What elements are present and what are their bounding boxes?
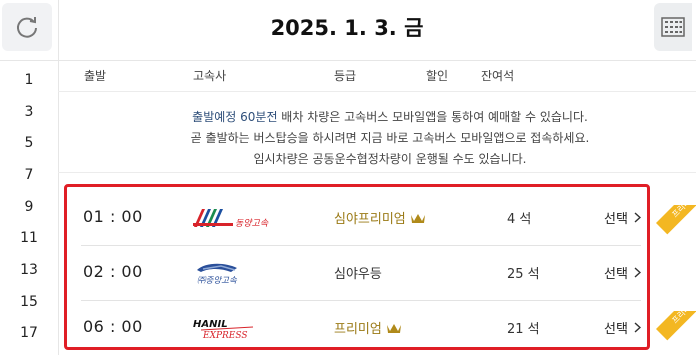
highlight-box: [64, 184, 650, 350]
line-number: 3: [24, 104, 34, 120]
calendar-grid-icon: [661, 17, 685, 37]
notice-line-2: 곧 출발하는 버스탑승을 하시려면 지금 바로 고속버스 모바일앱으로 접속하세…: [190, 131, 590, 145]
line-number: 5: [24, 135, 34, 151]
refresh-icon: [17, 17, 37, 38]
line-number: 9: [24, 199, 34, 215]
notice-line-3: 임시차량은 공동운수협정차량이 운행될 수도 있습니다.: [253, 152, 527, 166]
line-number: 15: [20, 294, 38, 310]
header-divider: [0, 60, 696, 61]
premium-ribbon: 프리미엄: [652, 311, 696, 355]
calendar-button[interactable]: [654, 3, 692, 51]
notice-text: 배차 차량은 고속버스 모바일앱을 통하여 예매할 수 있습니다.: [277, 110, 588, 124]
column-header-grade: 등급: [334, 69, 357, 83]
line-number-column: 1 3 5 7 9 11 13 15 17: [0, 0, 59, 355]
premium-ribbon: 프리미엄: [652, 205, 696, 249]
line-number: 1: [24, 72, 34, 88]
line-number: 11: [20, 230, 38, 246]
column-header-seats: 잔여석: [481, 69, 515, 83]
notice-highlight: 출발예정 60분전: [192, 110, 278, 124]
refresh-button[interactable]: [2, 3, 52, 51]
notice-divider: [58, 172, 696, 173]
line-number: 17: [20, 325, 38, 341]
line-number: 7: [24, 167, 34, 183]
column-header-departure: 출발: [84, 69, 107, 83]
date-title: 2025. 1. 3. 금: [270, 16, 424, 40]
column-header-company: 고속사: [193, 69, 227, 83]
line-number: 13: [20, 262, 38, 278]
column-header-divider: [58, 91, 696, 92]
column-header-discount: 할인: [426, 69, 449, 83]
notice-line-1: 출발예정 60분전 배차 차량은 고속버스 모바일앱을 통하여 예매할 수 있습…: [80, 108, 696, 125]
